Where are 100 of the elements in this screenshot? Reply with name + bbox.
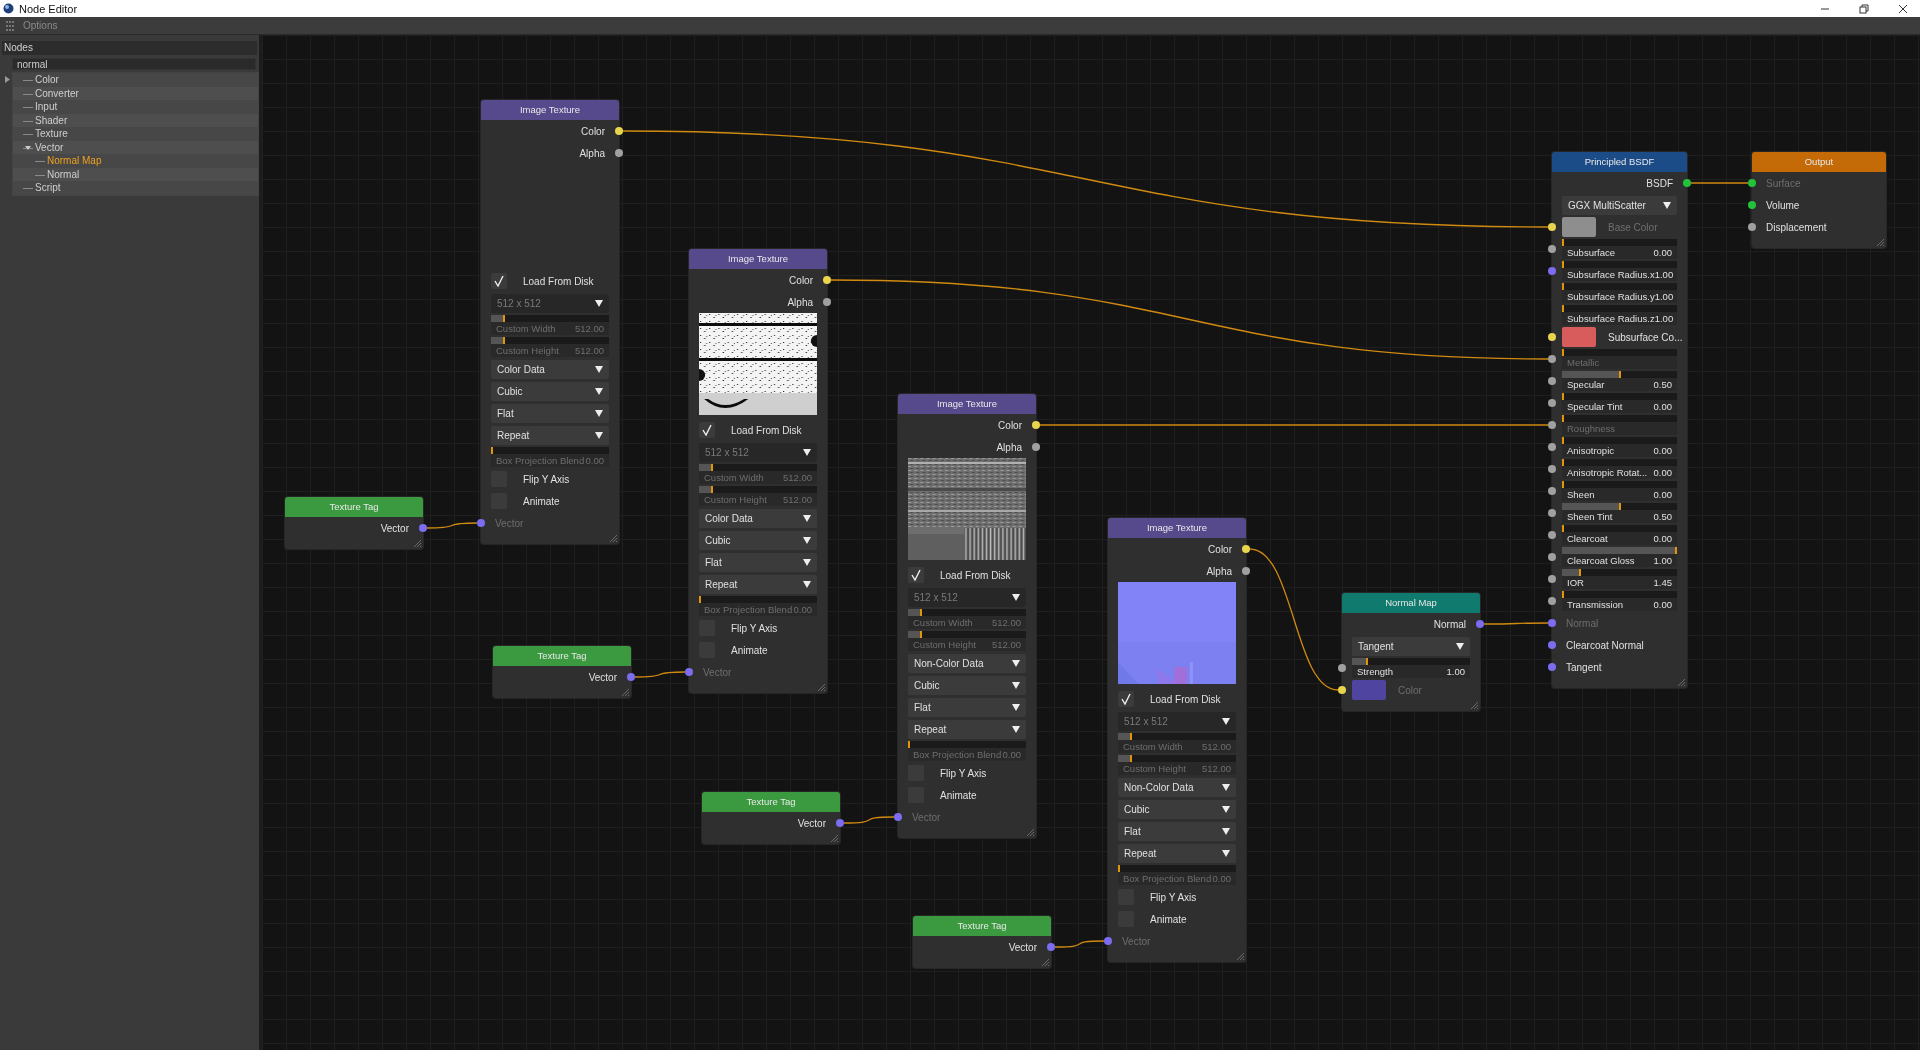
socket-dot[interactable]: [1548, 487, 1556, 495]
socket-dot[interactable]: [836, 819, 844, 827]
slider-track[interactable]: [699, 464, 817, 471]
slider-track[interactable]: [908, 631, 1026, 638]
slider-field[interactable]: Sheen 0.00: [1562, 488, 1677, 501]
slider-thumb[interactable]: [1618, 371, 1621, 378]
slider-track[interactable]: [1562, 503, 1677, 510]
slider-thumb[interactable]: [1365, 658, 1368, 665]
dropdown[interactable]: Repeat: [1118, 843, 1236, 863]
dropdown[interactable]: Color Data: [491, 359, 609, 379]
slider-track[interactable]: [1562, 305, 1677, 312]
resize-grip-icon[interactable]: [1470, 701, 1478, 709]
socket-dot[interactable]: [1548, 443, 1556, 451]
search-field[interactable]: normal: [12, 58, 256, 70]
resize-grip-icon[interactable]: [1026, 828, 1034, 836]
dropdown[interactable]: Color Data: [699, 508, 817, 528]
slider-track[interactable]: [699, 596, 817, 603]
slider-field[interactable]: Anisotropic Rotat... 0.00: [1562, 466, 1677, 479]
socket-dot[interactable]: [1748, 223, 1756, 231]
slider-track[interactable]: [1562, 525, 1677, 532]
slider-track[interactable]: [1562, 349, 1677, 356]
socket-dot[interactable]: [1548, 553, 1556, 561]
slider-track[interactable]: [1118, 755, 1236, 762]
checkbox[interactable]: [699, 422, 715, 438]
socket-dot[interactable]: [1548, 377, 1556, 385]
slider-track[interactable]: [1562, 459, 1677, 466]
slider-track[interactable]: [908, 741, 1026, 748]
slider-track[interactable]: [1562, 283, 1677, 290]
slider-track[interactable]: [1562, 261, 1677, 268]
slider-track[interactable]: [1562, 415, 1677, 422]
slider-track[interactable]: [1562, 239, 1677, 246]
triangle-icon[interactable]: [5, 76, 10, 83]
slider-field[interactable]: IOR 1.45: [1562, 576, 1677, 589]
dropdown[interactable]: Cubic: [908, 675, 1026, 695]
resize-grip-icon[interactable]: [1236, 952, 1244, 960]
node-title[interactable]: Image Texture: [689, 249, 827, 269]
dropdown[interactable]: Flat: [491, 403, 609, 423]
socket-dot[interactable]: [1476, 620, 1484, 628]
slider-field[interactable]: Specular Tint 0.00: [1562, 400, 1677, 413]
slider-track[interactable]: [1352, 658, 1470, 665]
tree-item[interactable]: Input: [13, 100, 258, 114]
dropdown[interactable]: Non-Color Data: [1118, 777, 1236, 797]
slider-track[interactable]: [908, 609, 1026, 616]
socket-dot[interactable]: [615, 149, 623, 157]
color-swatch[interactable]: [1562, 327, 1596, 347]
socket-dot[interactable]: [1548, 663, 1556, 671]
socket-dot[interactable]: [823, 298, 831, 306]
slider-track[interactable]: [1562, 481, 1677, 488]
slider-field[interactable]: Subsurface Radius.z1.00: [1562, 312, 1677, 325]
resize-grip-icon[interactable]: [817, 683, 825, 691]
checkbox[interactable]: [1118, 691, 1134, 707]
socket-dot[interactable]: [1242, 567, 1250, 575]
socket-dot[interactable]: [1548, 267, 1556, 275]
slider-thumb[interactable]: [1578, 569, 1581, 576]
node-title[interactable]: Image Texture: [481, 100, 619, 120]
dropdown[interactable]: Non-Color Data: [908, 653, 1026, 673]
dropdown[interactable]: Cubic: [699, 530, 817, 550]
slider-field[interactable]: Sheen Tint 0.50: [1562, 510, 1677, 523]
expand-arrow-icon[interactable]: [25, 144, 31, 151]
slider-field[interactable]: Transmission 0.00: [1562, 598, 1677, 611]
resize-grip-icon[interactable]: [1876, 238, 1884, 246]
slider-track[interactable]: [1562, 371, 1677, 378]
slider-field[interactable]: Subsurface 0.00: [1562, 246, 1677, 259]
checkbox[interactable]: [908, 567, 924, 583]
slider-track[interactable]: [1562, 437, 1677, 444]
socket-dot[interactable]: [823, 276, 831, 284]
resize-grip-icon[interactable]: [1677, 678, 1685, 686]
socket-dot[interactable]: [1032, 421, 1040, 429]
socket-dot[interactable]: [1032, 443, 1040, 451]
socket-dot[interactable]: [1548, 509, 1556, 517]
dropdown[interactable]: GGX MultiScatter: [1562, 195, 1677, 215]
resize-grip-icon[interactable]: [413, 539, 421, 547]
socket-dot[interactable]: [419, 524, 427, 532]
node-title[interactable]: Image Texture: [1108, 518, 1246, 538]
slider-track[interactable]: [1562, 547, 1677, 554]
resize-grip-icon[interactable]: [621, 688, 629, 696]
slider-track[interactable]: [1118, 733, 1236, 740]
slider-track[interactable]: [1118, 865, 1236, 872]
socket-dot[interactable]: [1338, 664, 1346, 672]
node-title[interactable]: Normal Map: [1342, 593, 1480, 613]
slider-field[interactable]: Specular 0.50: [1562, 378, 1677, 391]
slider-track[interactable]: [491, 337, 609, 344]
slider-field[interactable]: Clearcoat 0.00: [1562, 532, 1677, 545]
slider-track[interactable]: [1562, 569, 1677, 576]
socket-dot[interactable]: [1047, 943, 1055, 951]
slider-field[interactable]: Subsurface Radius.x1.00: [1562, 268, 1677, 281]
tree-item[interactable]: Color: [13, 73, 258, 87]
socket-dot[interactable]: [1548, 245, 1556, 253]
tree-item[interactable]: Script: [13, 181, 258, 195]
resize-grip-icon[interactable]: [830, 834, 838, 842]
socket-dot[interactable]: [1548, 531, 1556, 539]
socket-dot[interactable]: [1548, 597, 1556, 605]
node-title[interactable]: Principled BSDF: [1552, 152, 1687, 172]
checkbox[interactable]: [491, 273, 507, 289]
socket-dot[interactable]: [1548, 641, 1556, 649]
socket-dot[interactable]: [1548, 399, 1556, 407]
resize-grip-icon[interactable]: [609, 534, 617, 542]
dropdown[interactable]: Repeat: [908, 719, 1026, 739]
socket-dot[interactable]: [1548, 333, 1556, 341]
slider-track[interactable]: [491, 447, 609, 454]
